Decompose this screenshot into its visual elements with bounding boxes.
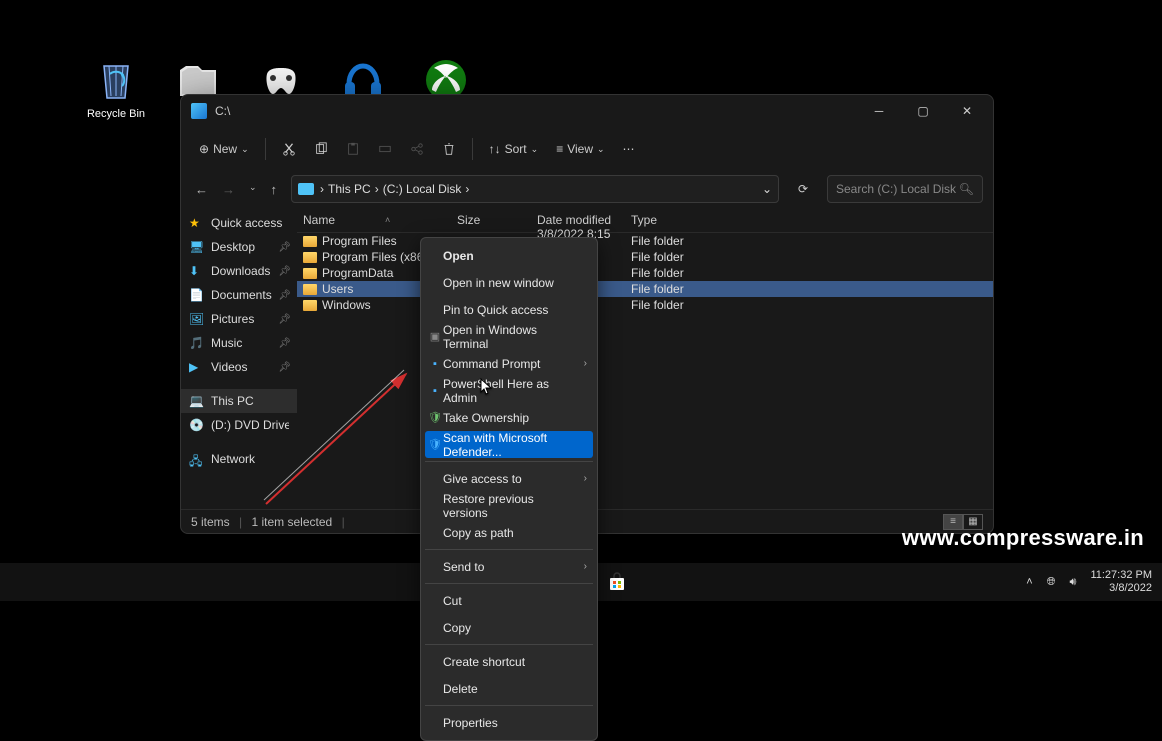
ctx-restore-previous-versions[interactable]: Restore previous versions bbox=[425, 492, 593, 519]
breadcrumb-thispc[interactable]: This PC bbox=[328, 182, 371, 196]
breadcrumb-localdisk[interactable]: (C:) Local Disk bbox=[383, 182, 462, 196]
ctx-create-shortcut[interactable]: Create shortcut bbox=[425, 648, 593, 675]
tray-clock[interactable]: 11:27:32 PM 3/8/2022 bbox=[1090, 569, 1152, 594]
sidebar-item-pictures[interactable]: 🖼Pictures📌︎ bbox=[181, 307, 297, 331]
ctx-scan-with-microsoft-defender-[interactable]: 🛡Scan with Microsoft Defender... bbox=[425, 431, 593, 458]
recycle-bin-icon[interactable]: Recycle Bin bbox=[78, 56, 154, 120]
ctx-take-ownership[interactable]: 🛡Take Ownership bbox=[425, 404, 593, 431]
file-row-program-files-x-[interactable]: Program Files (x86)4 PMFile folder bbox=[297, 249, 993, 265]
recent-button[interactable]: ⌄ bbox=[249, 182, 257, 197]
titlebar[interactable]: C:\ ─ ▢ ✕ bbox=[181, 95, 993, 127]
pc-icon bbox=[298, 183, 314, 195]
more-button[interactable]: ⋯ bbox=[615, 134, 643, 164]
address-dropdown[interactable]: ⌄ bbox=[762, 182, 772, 196]
sidebar-item-network[interactable]: 🖧Network bbox=[181, 447, 297, 471]
file-row-windows[interactable]: Windows1 PMFile folder bbox=[297, 297, 993, 313]
taskbar-store-icon[interactable] bbox=[603, 568, 631, 596]
window-title: C:\ bbox=[215, 104, 859, 118]
sidebar-item--d-dvd-drive-ph[interactable]: 💿(D:) DVD Drive - Ph bbox=[181, 413, 297, 437]
file-row-users[interactable]: Users0 PMFile folder bbox=[297, 281, 993, 297]
ctx-send-to[interactable]: Send to› bbox=[425, 553, 593, 580]
toolbar: ⊕ New ⌄ ↑↓ Sort ⌄ ≡ View ⌄ ⋯ bbox=[181, 127, 993, 171]
search-icon: 🔍︎ bbox=[959, 182, 974, 196]
sidebar-item-music[interactable]: 🎵Music📌︎ bbox=[181, 331, 297, 355]
paste-button[interactable] bbox=[338, 134, 368, 164]
column-headers[interactable]: Name˄ Size Date modified Type bbox=[297, 207, 993, 233]
close-button[interactable]: ✕ bbox=[947, 97, 987, 125]
ctx-open[interactable]: Open bbox=[425, 242, 593, 269]
mouse-cursor bbox=[480, 378, 494, 396]
ctx-open-in-new-window[interactable]: Open in new window bbox=[425, 269, 593, 296]
ctx-give-access-to[interactable]: Give access to› bbox=[425, 465, 593, 492]
back-button[interactable]: ← bbox=[195, 182, 208, 197]
sidebar-item-downloads[interactable]: ⬇Downloads📌︎ bbox=[181, 259, 297, 283]
sort-button[interactable]: ↑↓ Sort ⌄ bbox=[481, 134, 547, 164]
address-bar[interactable]: › This PC › (C:) Local Disk › ⌄ bbox=[291, 175, 779, 203]
watermark: www.compressware.in bbox=[902, 525, 1144, 551]
ctx-copy-as-path[interactable]: Copy as path bbox=[425, 519, 593, 546]
forward-button[interactable]: → bbox=[222, 182, 235, 197]
cut-button[interactable] bbox=[274, 134, 304, 164]
maximize-button[interactable]: ▢ bbox=[903, 97, 943, 125]
view-button[interactable]: ≡ View ⌄ bbox=[548, 134, 612, 164]
rename-button[interactable] bbox=[370, 134, 400, 164]
up-button[interactable]: ↑ bbox=[271, 182, 278, 197]
tray-chevron-icon[interactable]: ˄ bbox=[1026, 576, 1032, 588]
ctx-powershell-here-as-admin[interactable]: ▪PowerShell Here as Admin bbox=[425, 377, 593, 404]
search-input[interactable]: Search (C:) Local Disk 🔍︎ bbox=[827, 175, 983, 203]
new-button[interactable]: ⊕ New ⌄ bbox=[191, 134, 257, 164]
file-row-programdata[interactable]: ProgramData6 PMFile folder bbox=[297, 265, 993, 281]
ctx-delete[interactable]: Delete bbox=[425, 675, 593, 702]
minimize-button[interactable]: ─ bbox=[859, 97, 899, 125]
context-menu: OpenOpen in new windowPin to Quick acces… bbox=[420, 237, 598, 741]
content-pane: Name˄ Size Date modified Type Program Fi… bbox=[297, 207, 993, 509]
tray-network-icon[interactable]: 🌐︎ bbox=[1047, 576, 1056, 589]
file-row-program-files[interactable]: Program Files3/8/2022 8:15 PMFile folder bbox=[297, 233, 993, 249]
ctx-copy[interactable]: Copy bbox=[425, 614, 593, 641]
sidebar-item-quick-access[interactable]: ★Quick access bbox=[181, 211, 297, 235]
address-bar-row: ← → ⌄ ↑ › This PC › (C:) Local Disk › ⌄ … bbox=[181, 171, 993, 207]
sidebar-item-desktop[interactable]: 🖥Desktop📌︎ bbox=[181, 235, 297, 259]
sidebar-item-this-pc[interactable]: 💻This PC bbox=[181, 389, 297, 413]
tray-volume-icon[interactable]: 🔊︎ bbox=[1070, 576, 1077, 589]
ctx-open-in-windows-terminal[interactable]: ▣Open in Windows Terminal bbox=[425, 323, 593, 350]
ctx-command-prompt[interactable]: ▪Command Prompt› bbox=[425, 350, 593, 377]
drive-icon bbox=[191, 103, 207, 119]
delete-button[interactable] bbox=[434, 134, 464, 164]
sidebar-item-videos[interactable]: ▶Videos📌︎ bbox=[181, 355, 297, 379]
recycle-bin-label: Recycle Bin bbox=[78, 108, 154, 120]
refresh-button[interactable]: ⟳ bbox=[789, 175, 817, 203]
ctx-properties[interactable]: Properties bbox=[425, 709, 593, 736]
ctx-pin-to-quick-access[interactable]: Pin to Quick access bbox=[425, 296, 593, 323]
sidebar: ★Quick access🖥Desktop📌︎⬇Downloads📌︎📄Docu… bbox=[181, 207, 297, 509]
sidebar-item-documents[interactable]: 📄Documents📌︎ bbox=[181, 283, 297, 307]
copy-button[interactable] bbox=[306, 134, 336, 164]
share-button[interactable] bbox=[402, 134, 432, 164]
